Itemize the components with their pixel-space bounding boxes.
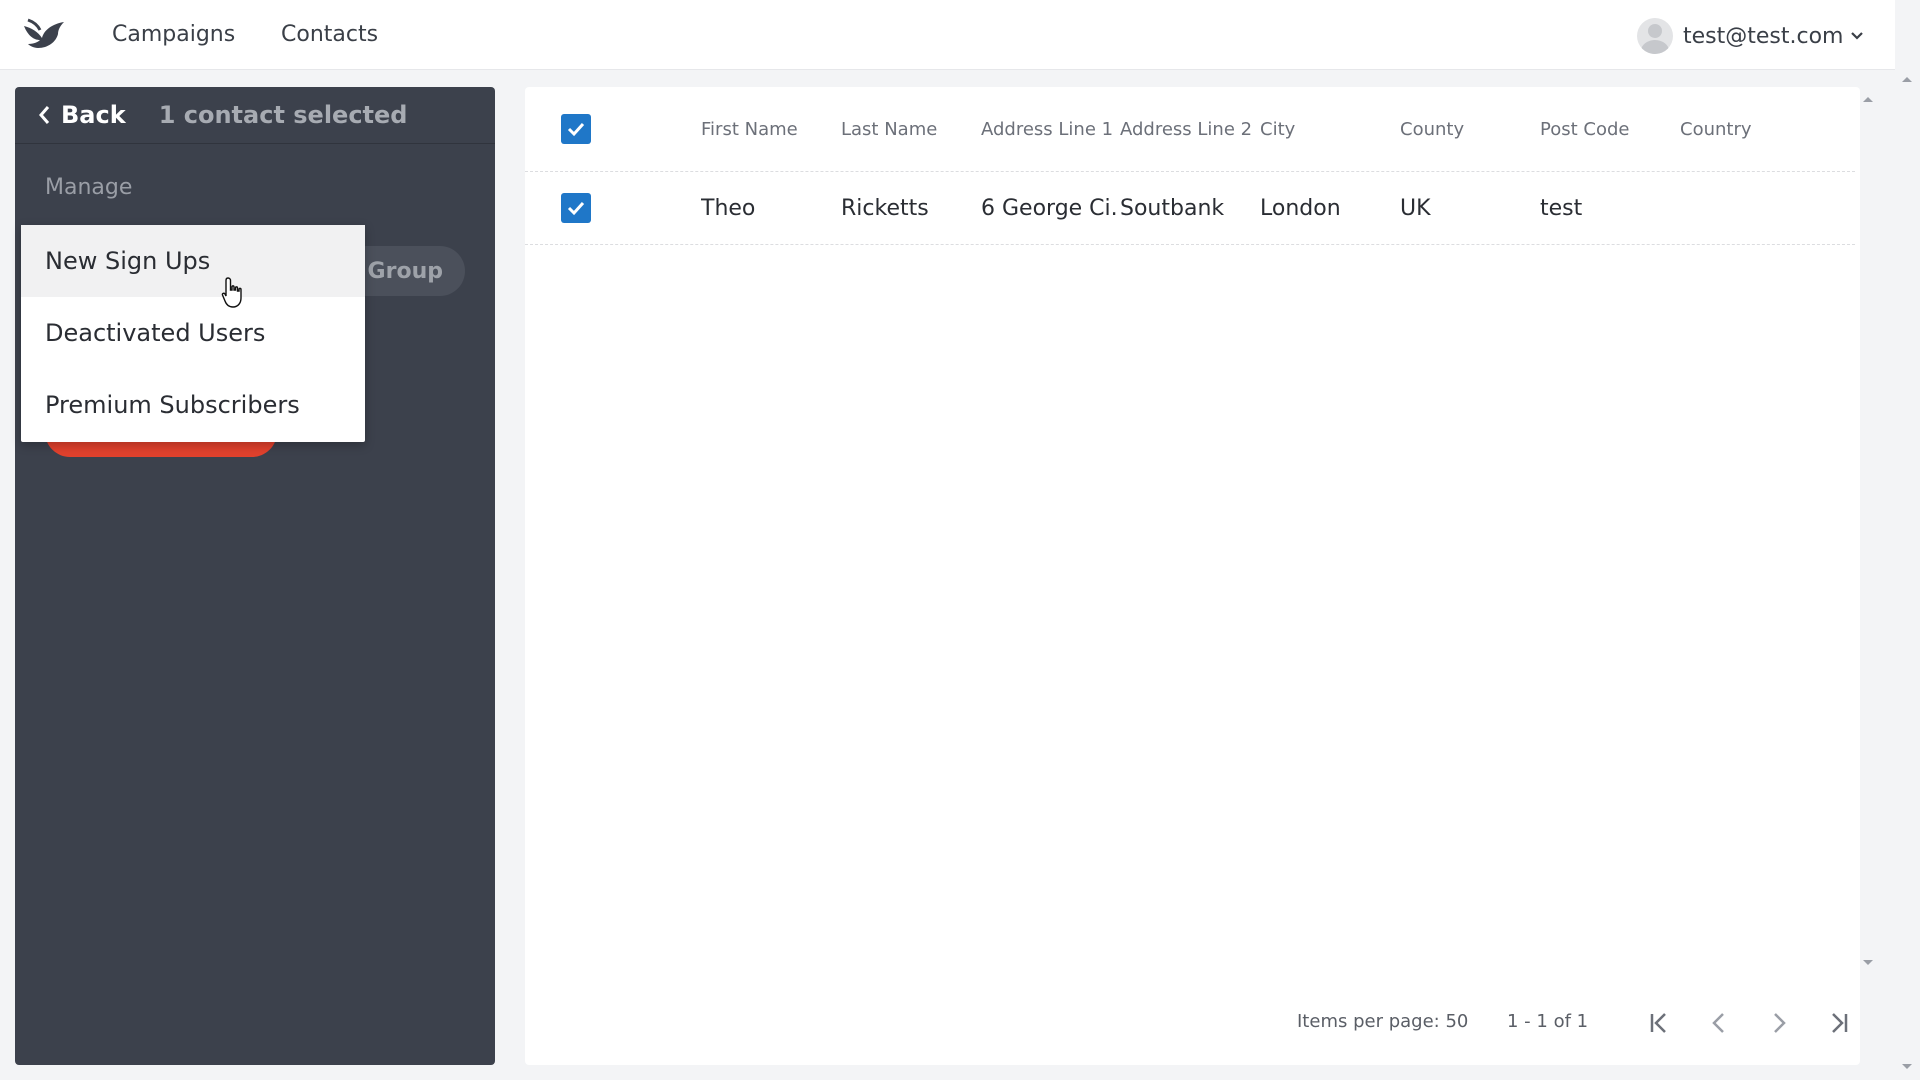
- page-range: 1 - 1 of 1: [1507, 1011, 1589, 1032]
- back-label: Back: [61, 101, 126, 129]
- paginator: Items per page: 50 1 - 1 of 1: [525, 995, 1860, 1050]
- col-header-address-line-1[interactable]: Address Line 1: [981, 87, 1116, 171]
- nav-contacts-link[interactable]: Contacts: [281, 22, 378, 47]
- chevron-left-icon: [39, 106, 50, 124]
- checkmark-icon: [567, 122, 585, 137]
- col-header-city[interactable]: City: [1260, 87, 1390, 171]
- cell-address-line-2: Soutbank: [1120, 195, 1225, 221]
- selected-count: 1 contact selected: [158, 101, 408, 129]
- cell-post-code: test: [1540, 195, 1583, 221]
- dropdown-item-deactivated-users[interactable]: Deactivated Users: [21, 297, 365, 369]
- cell-address-line-1: 6 George Ci...: [981, 195, 1117, 221]
- user-menu[interactable]: test@test.com: [1637, 18, 1865, 54]
- cell-county: UK: [1400, 195, 1431, 221]
- cell-last-name: Ricketts: [841, 195, 929, 221]
- sidebar-header: Back 1 contact selected: [15, 87, 495, 144]
- top-nav-bar: Campaigns Contacts test@test.com: [0, 0, 1895, 70]
- scroll-down-icon[interactable]: [1858, 953, 1878, 973]
- table-header: First Name Last Name Address Line 1 Addr…: [525, 87, 1855, 172]
- cell-country: [1680, 172, 1810, 244]
- dropdown-item-new-sign-ups[interactable]: New Sign Ups: [21, 225, 365, 297]
- col-header-address-line-2[interactable]: Address Line 2: [1120, 87, 1255, 171]
- select-all-cell: [561, 87, 591, 171]
- user-email: test@test.com: [1683, 23, 1844, 49]
- cell-first-name: Theo: [701, 195, 756, 221]
- col-header-first-name[interactable]: First Name: [701, 87, 831, 171]
- back-button[interactable]: Back: [37, 101, 126, 129]
- group-dropdown-menu: New Sign Ups Deactivated Users Premium S…: [21, 225, 365, 442]
- contacts-table-panel: First Name Last Name Address Line 1 Addr…: [525, 87, 1860, 1065]
- col-header-last-name[interactable]: Last Name: [841, 87, 971, 171]
- col-header-county[interactable]: County: [1400, 87, 1530, 171]
- nav-campaigns-link[interactable]: Campaigns: [112, 22, 235, 47]
- chevron-down-icon: [1851, 32, 1864, 40]
- avatar: [1637, 18, 1673, 54]
- next-page-icon[interactable]: [1763, 1007, 1795, 1039]
- page-scroll-up-icon[interactable]: [1898, 70, 1916, 88]
- previous-page-icon[interactable]: [1703, 1007, 1735, 1039]
- page-scroll-down-icon[interactable]: [1898, 1058, 1916, 1076]
- cell-city: London: [1260, 195, 1341, 221]
- col-header-post-code[interactable]: Post Code: [1540, 87, 1670, 171]
- scroll-up-icon[interactable]: [1858, 89, 1878, 109]
- table-scrollbar[interactable]: [1858, 87, 1878, 1077]
- table-row[interactable]: Theo Ricketts 6 George Ci... Soutbank Lo…: [525, 172, 1855, 245]
- dropdown-item-premium-subscribers[interactable]: Premium Subscribers: [21, 369, 365, 441]
- page-scrollbar[interactable]: [1895, 70, 1920, 1080]
- manage-section-title: Manage: [45, 175, 133, 200]
- row-checkbox[interactable]: [561, 193, 591, 223]
- last-page-icon[interactable]: [1823, 1007, 1855, 1039]
- hand-cursor-icon: [221, 277, 242, 308]
- items-per-page[interactable]: Items per page: 50: [1297, 1011, 1468, 1032]
- row-select-cell: [561, 172, 591, 244]
- col-header-country[interactable]: Country: [1680, 87, 1810, 171]
- checkmark-icon: [567, 201, 585, 216]
- bird-logo-icon[interactable]: [22, 18, 66, 52]
- first-page-icon[interactable]: [1643, 1007, 1675, 1039]
- select-all-checkbox[interactable]: [561, 114, 591, 144]
